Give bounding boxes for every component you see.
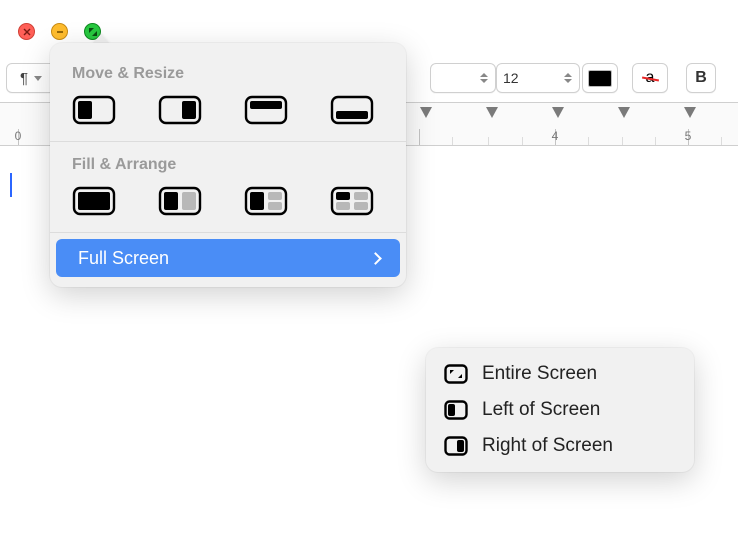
divider: [50, 232, 406, 233]
bold-button[interactable]: B: [686, 63, 716, 93]
ruler-minor-tick: [655, 137, 656, 145]
full-screen-label: Full Screen: [78, 248, 169, 269]
fill-arrange-heading: Fill & Arrange: [72, 156, 384, 174]
top-half-tile-button[interactable]: [244, 95, 288, 125]
window-traffic-lights: [18, 23, 101, 40]
submenu-item-label: Entire Screen: [482, 363, 597, 385]
two-up-tile-button[interactable]: [158, 186, 202, 216]
right-of-screen-icon: [444, 436, 468, 456]
full-screen-menu-item[interactable]: Full Screen: [56, 239, 400, 277]
bottom-half-tile-button[interactable]: [330, 95, 374, 125]
stepper-updown-icon: [563, 73, 573, 83]
move-resize-heading: Move & Resize: [72, 65, 384, 83]
submenu-item-right-of-screen[interactable]: Right of Screen: [432, 428, 688, 464]
top-half-icon: [244, 95, 288, 125]
ruler-minor-tick: [488, 137, 489, 145]
pilcrow-icon: ¶: [20, 70, 28, 87]
strikethrough-button[interactable]: a: [632, 63, 668, 93]
ruler-minor-tick: [622, 137, 623, 145]
ruler-number: 5: [685, 129, 692, 143]
ruler-number: 0: [15, 129, 22, 143]
ruler-tab-stop[interactable]: [552, 107, 564, 118]
paragraph-style-dropdown[interactable]: ¶: [6, 63, 56, 93]
move-resize-row: [50, 95, 406, 141]
submenu-item-label: Right of Screen: [482, 435, 613, 457]
grid-tile-button[interactable]: [330, 186, 374, 216]
right-half-tile-button[interactable]: [158, 95, 202, 125]
window-minimize-button[interactable]: [51, 23, 68, 40]
ruler-minor-tick: [588, 137, 589, 145]
ruler-tab-stop[interactable]: [684, 107, 696, 118]
strikethrough-icon: a: [646, 69, 655, 87]
ruler-minor-tick: [522, 137, 523, 145]
submenu-item-label: Left of Screen: [482, 399, 600, 421]
divider: [50, 141, 406, 142]
fill-tile-button[interactable]: [72, 186, 116, 216]
submenu-item-entire-screen[interactable]: Entire Screen: [432, 356, 688, 392]
ruler-major-tick: [419, 129, 420, 145]
font-size-value: 12: [503, 70, 519, 86]
ruler-tab-stop[interactable]: [618, 107, 630, 118]
three-up-tile-button[interactable]: [244, 186, 288, 216]
grid-icon: [330, 186, 374, 216]
stepper-updown-icon: [479, 73, 489, 83]
left-half-icon: [72, 95, 116, 125]
font-size-select[interactable]: 12: [496, 63, 580, 93]
chevron-down-icon: [34, 76, 42, 81]
fill-icon: [72, 186, 116, 216]
entire-screen-icon: [444, 364, 468, 384]
color-swatch-icon: [588, 70, 612, 87]
right-half-icon: [158, 95, 202, 125]
text-cursor: [10, 173, 12, 197]
window-tiling-popover: Move & Resize Fill & Arrange Full Screen: [50, 43, 406, 287]
full-screen-submenu: Entire Screen Left of Screen Right of Scre…: [426, 348, 694, 472]
bold-label: B: [695, 69, 707, 87]
chevron-right-icon: [369, 252, 382, 265]
font-family-select[interactable]: [430, 63, 496, 93]
fill-arrange-row: [50, 186, 406, 232]
left-half-tile-button[interactable]: [72, 95, 116, 125]
three-up-icon: [244, 186, 288, 216]
window-close-button[interactable]: [18, 23, 35, 40]
text-color-button[interactable]: [582, 63, 618, 93]
ruler-minor-tick: [452, 137, 453, 145]
submenu-item-left-of-screen[interactable]: Left of Screen: [432, 392, 688, 428]
ruler-minor-tick: [721, 137, 722, 145]
ruler-tab-stop[interactable]: [486, 107, 498, 118]
left-of-screen-icon: [444, 400, 468, 420]
bottom-half-icon: [330, 95, 374, 125]
ruler-number: 4: [552, 129, 559, 143]
ruler-tab-stop[interactable]: [420, 107, 432, 118]
two-up-icon: [158, 186, 202, 216]
